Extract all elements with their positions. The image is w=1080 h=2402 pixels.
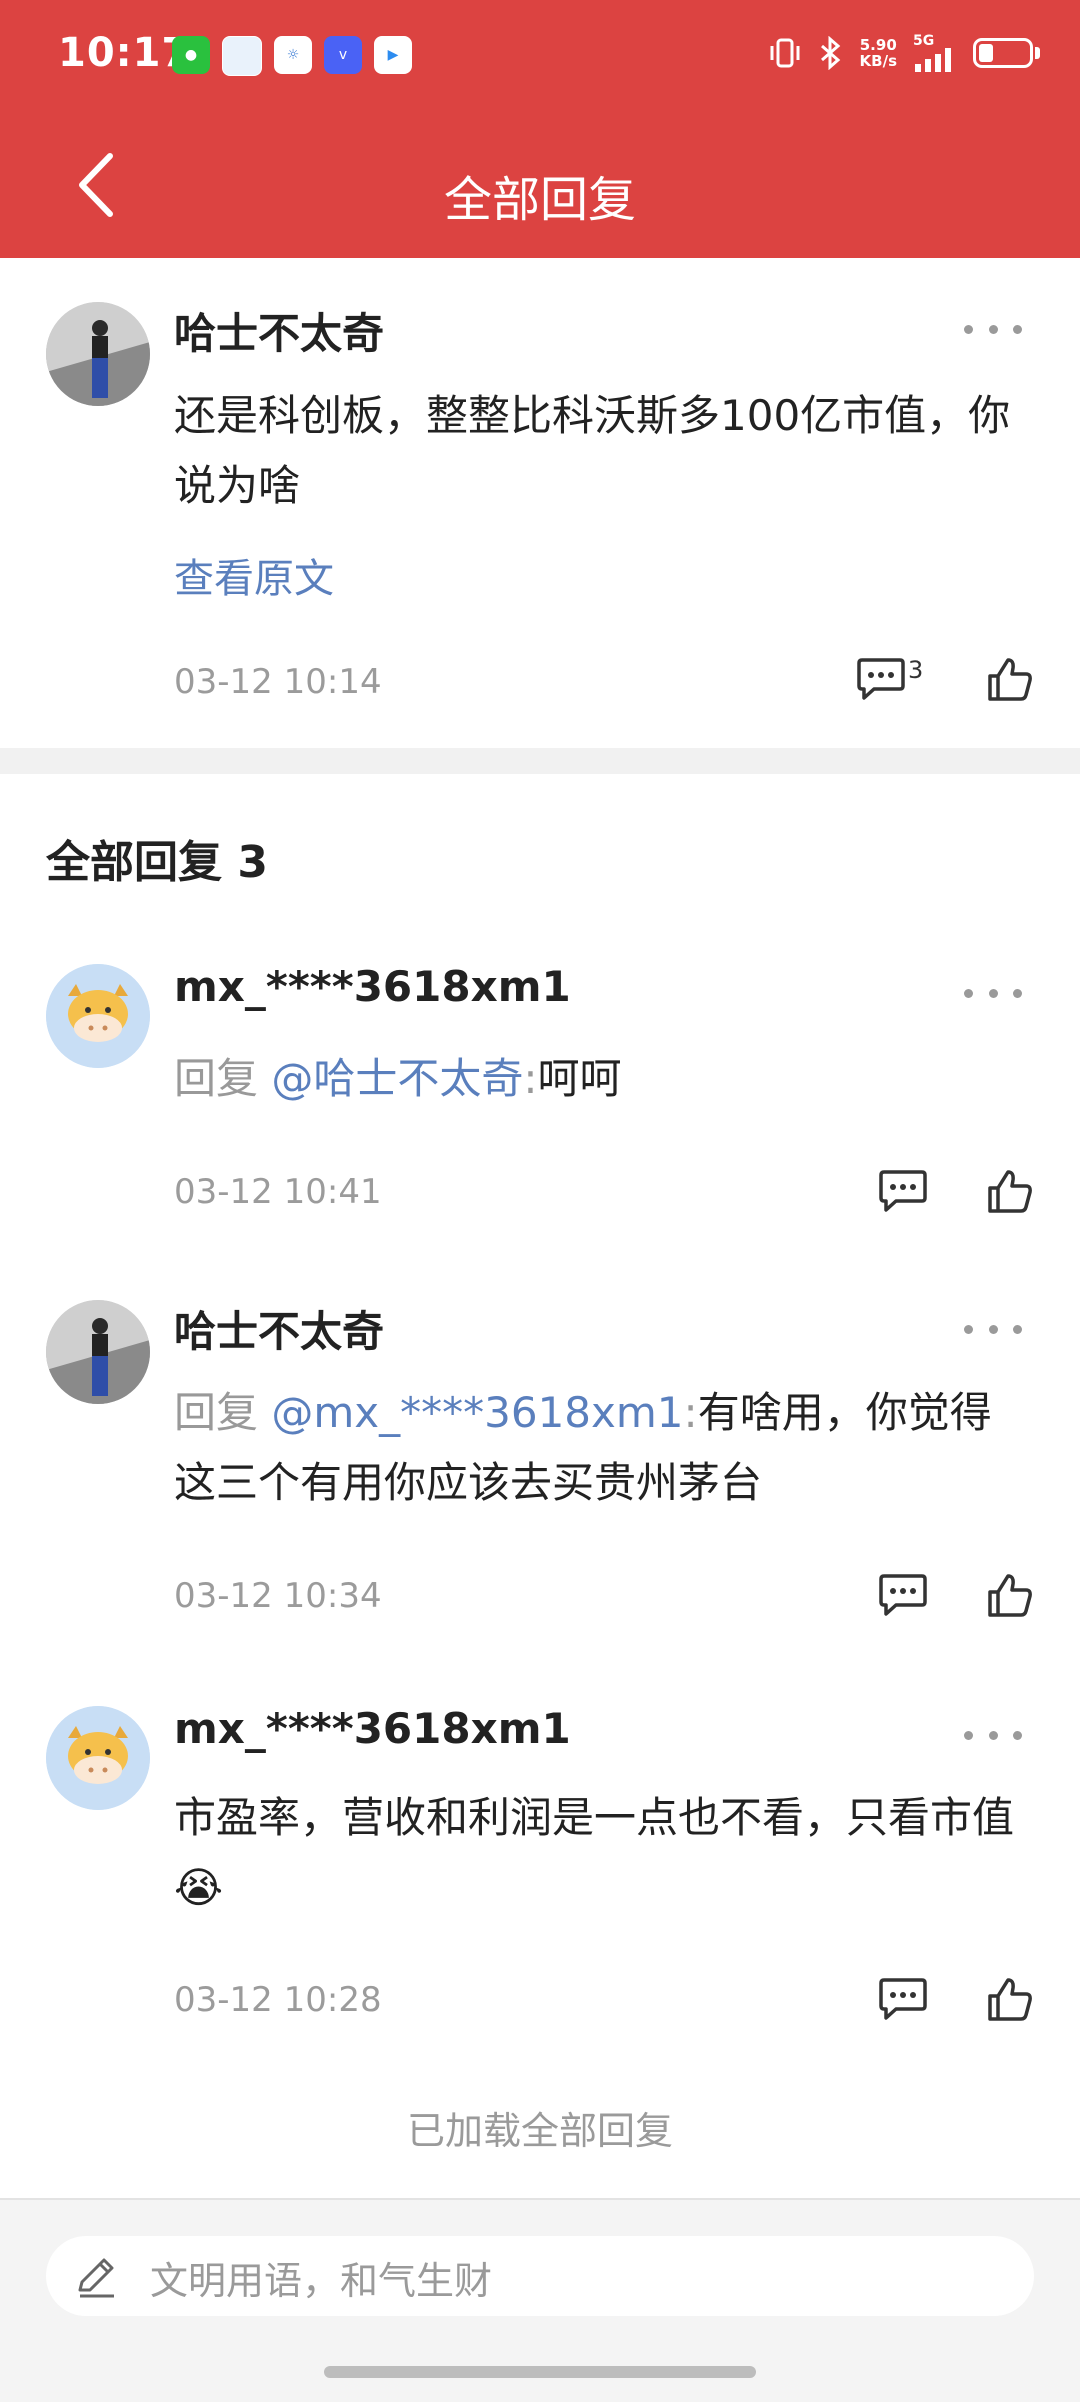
thumbs-up-icon: [988, 1170, 1032, 1213]
reply-prefix: 回复: [174, 1388, 259, 1437]
reply-username[interactable]: mx_****3618xm1: [174, 962, 571, 1011]
reply-content: 回复 @哈士不太奇:呵呵: [174, 1044, 1020, 1114]
reply-colon: :: [683, 1388, 698, 1437]
more-dot: [964, 988, 973, 998]
user-photo-icon: [46, 1300, 150, 1404]
more-button[interactable]: [964, 1314, 1022, 1344]
avatar[interactable]: [46, 302, 150, 406]
view-original-link[interactable]: 查看原文: [174, 546, 334, 604]
network-speed: 5.90 KB/s: [860, 37, 897, 69]
post-username[interactable]: 哈士不太奇: [174, 300, 384, 361]
signal: 5G: [913, 34, 957, 72]
avatar[interactable]: [46, 1706, 150, 1810]
more-dot: [988, 324, 998, 334]
more-button[interactable]: [964, 1720, 1022, 1750]
signal-icon: [915, 48, 951, 72]
title-bar: 全部回复: [0, 110, 1080, 258]
reply-text: 市盈率，营收和利润是一点也不看，只看市值: [174, 1793, 1015, 1842]
comment-button[interactable]: [878, 1572, 928, 1622]
comment-input-placeholder: 文明用语，和气生财: [150, 2259, 493, 2303]
network-speed-value: 5.90: [859, 36, 897, 54]
like-button[interactable]: [986, 656, 1034, 706]
bluetooth-icon: [820, 36, 840, 70]
network-speed-unit: KB/s: [859, 52, 897, 70]
reply-time: 03-12 10:28: [174, 1980, 382, 2020]
vivo-icon: v: [324, 36, 362, 74]
more-dot: [988, 1324, 998, 1334]
bottom-bar: 文明用语，和气生财: [0, 2198, 1080, 2402]
user-photo-icon: [46, 302, 150, 406]
reply-time: 03-12 10:41: [174, 1172, 382, 1212]
reply-username[interactable]: mx_****3618xm1: [174, 1704, 571, 1753]
mention-link[interactable]: @mx_****3618xm1: [271, 1388, 683, 1437]
comment-input[interactable]: 文明用语，和气生财: [46, 2236, 1034, 2316]
like-button[interactable]: [986, 1572, 1034, 1622]
weather-icon: ☼: [274, 36, 312, 74]
reply-content: 回复 @mx_****3618xm1:有啥用，你觉得这三个有用你应该去买贵州茅台: [174, 1378, 1020, 1518]
comment-icon: [857, 658, 905, 700]
home-indicator[interactable]: [324, 2366, 756, 2378]
comment-button[interactable]: [856, 656, 906, 706]
thumbs-up-icon: [988, 1978, 1032, 2021]
more-dot: [1013, 1730, 1022, 1740]
section-divider: [0, 748, 1080, 774]
reply-colon: :: [523, 1054, 538, 1103]
more-dot: [1013, 988, 1022, 998]
more-dot: [964, 1324, 973, 1334]
page-title: 全部回复: [443, 172, 636, 228]
post-time: 03-12 10:14: [174, 662, 382, 702]
reply-text: 呵呵: [537, 1054, 622, 1103]
reply-time: 03-12 10:34: [174, 1576, 382, 1616]
more-dot: [988, 988, 998, 998]
network-type: 5G: [913, 33, 935, 49]
comment-button[interactable]: [878, 1976, 928, 2026]
thumbs-up-icon: [988, 658, 1032, 701]
more-button[interactable]: [964, 978, 1022, 1008]
more-dot: [1013, 1324, 1022, 1334]
pencil-icon: [78, 2258, 114, 2298]
like-button[interactable]: [986, 1976, 1034, 2026]
more-dot: [964, 324, 973, 334]
reply-username[interactable]: 哈士不太奇: [174, 1298, 384, 1359]
avatar[interactable]: [46, 964, 150, 1068]
cow-avatar-icon: [46, 1706, 150, 1810]
thumbs-up-icon: [988, 1574, 1032, 1617]
reply-content: 市盈率，营收和利润是一点也不看，只看市值 😭: [174, 1783, 1020, 1923]
vibrate-icon: [770, 38, 800, 68]
comment-icon: [879, 1574, 927, 1616]
mention-link[interactable]: @哈士不太奇: [271, 1054, 523, 1103]
status-bar: 10:17 ● ☼ v ▶ 5.90 KB/s 5G: [0, 0, 1080, 110]
comment-icon: [879, 1170, 927, 1212]
replies-section-title: 全部回复 3: [46, 837, 268, 888]
more-dot: [964, 1730, 973, 1740]
post-content: 还是科创板，整整比科沃斯多100亿市值，你说为啥: [174, 391, 1011, 510]
notification-icons: ● ☼ v ▶: [172, 36, 412, 76]
all-loaded-text: 已加载全部回复: [406, 2109, 673, 2153]
more-dot: [988, 1730, 998, 1740]
wallet-icon: [222, 36, 262, 76]
status-right: 5.90 KB/s 5G: [768, 34, 1040, 72]
more-dot: [1013, 324, 1022, 334]
comment-icon: [879, 1978, 927, 2020]
avatar[interactable]: [46, 1300, 150, 1404]
battery-icon: [973, 38, 1040, 68]
reply-prefix: 回复: [174, 1054, 259, 1103]
comment-button[interactable]: [878, 1168, 928, 1218]
wechat-icon: ●: [172, 36, 210, 74]
like-button[interactable]: [986, 1168, 1034, 1218]
crying-emoji: 😭: [174, 1863, 224, 1912]
play-icon: ▶: [374, 36, 412, 74]
status-time: 10:17: [58, 30, 191, 76]
comment-count: 3: [908, 656, 924, 684]
cow-avatar-icon: [46, 964, 150, 1068]
more-button[interactable]: [964, 314, 1022, 344]
